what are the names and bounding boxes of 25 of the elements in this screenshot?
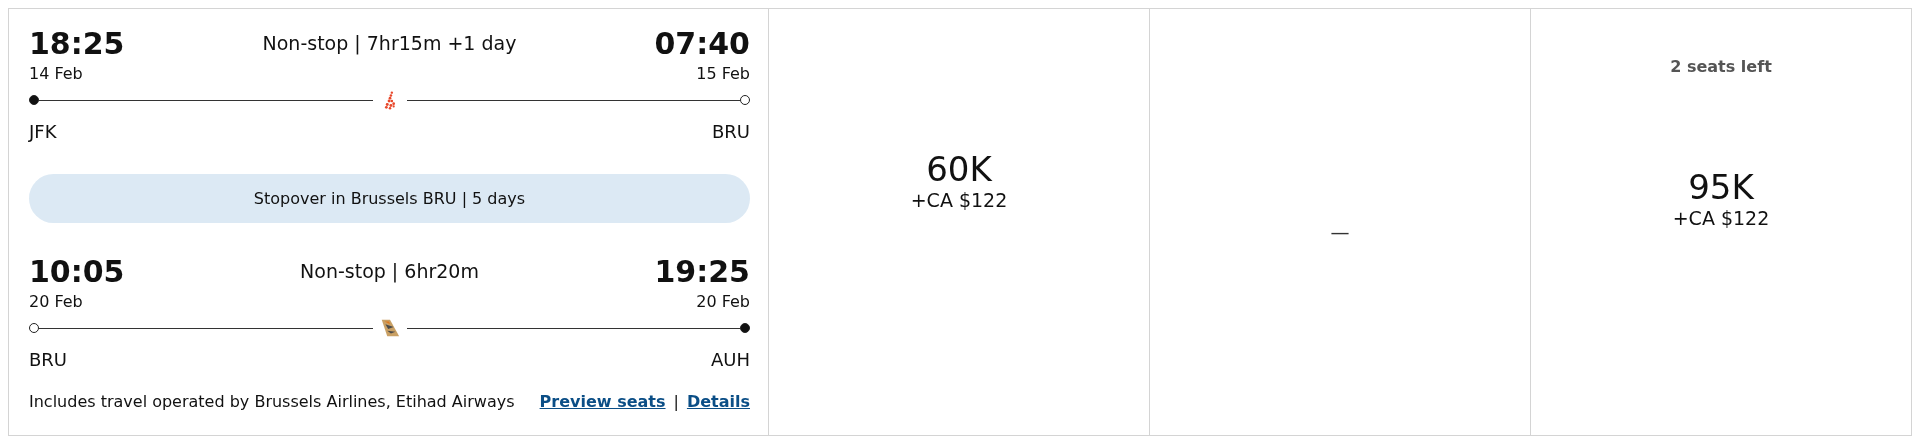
departure-date: 14 Feb [29, 64, 83, 83]
points-price: 95K [1688, 167, 1754, 207]
arrival-date: 15 Feb [696, 64, 750, 83]
operated-by-text: Includes travel operated by Brussels Airlines, Etihad Airways [29, 392, 515, 411]
cash-price: +CA $122 [1672, 207, 1770, 229]
arrival-time: 07:40 [654, 25, 750, 61]
origin-airport: JFK [29, 121, 57, 142]
details-link[interactable]: Details [686, 392, 750, 411]
origin-airport: BRU [29, 349, 68, 370]
arrival-time: 19:25 [654, 253, 750, 289]
departure-date: 20 Feb [29, 292, 83, 311]
departure-time: 10:05 [29, 253, 125, 289]
duration-text: Non-stop | 7hr15m +1 day [262, 32, 517, 54]
destination-airport: BRU [711, 121, 750, 142]
unavailable-dash: — [1330, 221, 1350, 243]
destination-airport: AUH [710, 349, 750, 370]
points-price: 60K [926, 149, 992, 189]
stopover-banner: Stopover in Brussels BRU | 5 days [29, 174, 750, 223]
link-separator: | [673, 392, 679, 411]
preview-seats-link[interactable]: Preview seats [539, 392, 666, 411]
cash-price: +CA $122 [910, 189, 1008, 211]
seats-left-text: 2 seats left [1670, 57, 1772, 76]
duration-text: Non-stop | 6hr20m [300, 260, 479, 282]
arrival-date: 20 Feb [696, 292, 750, 311]
departure-time: 18:25 [29, 25, 125, 61]
